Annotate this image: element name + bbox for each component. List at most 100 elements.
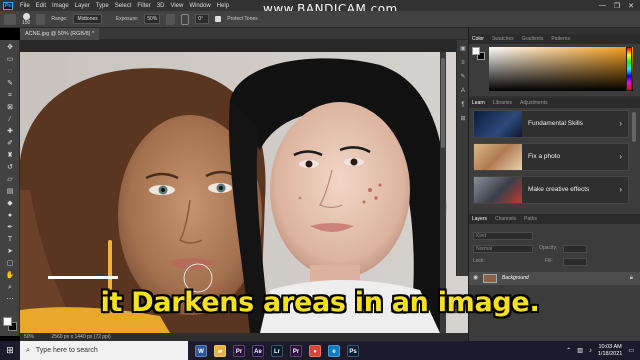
tab-libraries[interactable]: Libraries <box>493 100 512 106</box>
menu-image[interactable]: Image <box>49 3 72 9</box>
properties-panel-icon[interactable]: ≡ <box>459 60 467 67</box>
brush-tool-icon[interactable]: ✐ <box>5 140 15 148</box>
menu-layer[interactable]: Layer <box>72 3 93 9</box>
protect-tones-label: Protect Tones <box>227 16 258 22</box>
taskbar-app-photoshop-icon[interactable]: Ps <box>347 344 359 357</box>
tab-swatches[interactable]: Swatches <box>492 36 514 42</box>
lock-label: Lock: <box>473 258 485 264</box>
chevron-up-icon[interactable]: ⌃ <box>566 347 571 354</box>
range-select[interactable]: Midtones <box>73 14 102 24</box>
menu-3d[interactable]: 3D <box>154 3 168 9</box>
airbrush-icon[interactable] <box>166 13 176 25</box>
color-panel <box>469 44 640 96</box>
menu-help[interactable]: Help <box>214 3 232 9</box>
burn-tool-preset-icon[interactable] <box>4 13 16 25</box>
frame-tool-icon[interactable]: ⊠ <box>5 104 15 112</box>
taskbar-clock[interactable]: 10:03 AM 1/18/2021 <box>598 344 622 358</box>
angle-field[interactable]: 0° <box>195 14 210 24</box>
network-icon[interactable]: ▥ <box>577 347 583 354</box>
rectangle-tool-icon[interactable]: ▢ <box>5 260 15 268</box>
move-tool-icon[interactable]: ✥ <box>5 44 15 52</box>
eraser-tool-icon[interactable]: ▱ <box>5 176 15 184</box>
learn-card-label: Fix a photo <box>528 153 561 160</box>
taskbar-app-premiere-pro-icon[interactable]: Pr <box>233 344 245 357</box>
menu-type[interactable]: Type <box>93 3 112 9</box>
tab-paths[interactable]: Paths <box>524 216 537 222</box>
taskbar-app-edge-icon[interactable]: e <box>328 344 340 357</box>
hue-slider[interactable] <box>626 47 632 91</box>
type-tool-icon[interactable]: T <box>5 236 15 244</box>
brush-preset-picker[interactable]: 150 <box>22 12 30 26</box>
windows-start-icon[interactable]: ⊞ <box>0 341 20 360</box>
tab-learn[interactable]: Learn <box>472 100 485 106</box>
healing-brush-tool-icon[interactable]: ✚ <box>5 128 15 136</box>
visibility-eye-icon[interactable]: ◉ <box>473 274 478 281</box>
range-label: Range: <box>51 16 68 22</box>
restore-icon[interactable]: ❐ <box>614 2 620 10</box>
fill-field[interactable] <box>563 258 587 266</box>
blend-mode-select[interactable]: Normal <box>473 245 533 253</box>
taskbar-app-file-explorer-icon[interactable]: ▰ <box>214 344 226 357</box>
tab-color[interactable]: Color <box>472 36 484 42</box>
taskbar-app-after-effects-icon[interactable]: Ae <box>252 344 264 357</box>
opacity-field[interactable] <box>563 245 587 253</box>
photoshop-logo-icon: Ps <box>3 1 13 10</box>
learn-card-make-creative-effects[interactable]: Make creative effects › <box>473 176 629 204</box>
tab-gradients[interactable]: Gradients <box>522 36 544 42</box>
exposure-field[interactable]: 50% <box>144 14 161 24</box>
tab-layers[interactable]: Layers <box>472 216 487 222</box>
menu-filter[interactable]: Filter <box>134 3 153 9</box>
history-brush-tool-icon[interactable]: ↺ <box>5 164 15 172</box>
hand-tool-icon[interactable]: ✋ <box>5 272 15 280</box>
foreground-color-swatch[interactable] <box>3 317 12 326</box>
speaker-icon[interactable]: ♪ <box>589 348 592 354</box>
eyedropper-tool-icon[interactable]: ⁄ <box>5 116 15 124</box>
zoom-level[interactable]: 50% <box>24 334 34 340</box>
tab-channels[interactable]: Channels <box>495 216 516 222</box>
color-panel-tabs: Color Swatches Gradients Patterns <box>469 34 640 44</box>
color-foreground-chip[interactable] <box>472 47 480 55</box>
glyphs-panel-icon[interactable]: ⊞ <box>459 116 467 123</box>
path-selection-tool-icon[interactable]: ➤ <box>5 248 15 256</box>
taskbar-app-word-icon[interactable]: W <box>195 344 207 357</box>
color-field[interactable] <box>489 47 633 91</box>
document-tab[interactable]: ACNE.jpg @ 50% (RGB/8) * <box>20 28 100 40</box>
crop-tool-icon[interactable]: ⌗ <box>5 92 15 100</box>
clone-stamp-tool-icon[interactable]: ♜ <box>5 152 15 160</box>
paragraph-panel-icon[interactable]: ¶ <box>459 102 467 109</box>
windows-taskbar: ⊞ ⌕ Type here to search W ▰ Pr Ae Lr Pr ● e Ps ⌃… <box>0 341 640 360</box>
menu-select[interactable]: Select <box>112 3 135 9</box>
taskbar-search[interactable]: ⌕ Type here to search <box>20 341 188 360</box>
taskbar-app-lightroom-icon[interactable]: Lr <box>271 344 283 357</box>
learn-card-fix-a-photo[interactable]: Fix a photo › <box>473 143 629 171</box>
pen-tool-icon[interactable]: ✒ <box>5 224 15 232</box>
layer-kind-filter[interactable]: Kind <box>473 232 533 240</box>
lasso-tool-icon[interactable]: ◌ <box>5 68 15 76</box>
minimize-icon[interactable]: — <box>599 2 606 10</box>
protect-tones-checkbox[interactable] <box>215 16 222 22</box>
history-panel-icon[interactable]: ▣ <box>459 46 467 53</box>
layers-panel-tabs: Layers Channels Paths <box>469 214 640 224</box>
menu-view[interactable]: View <box>167 3 186 9</box>
gradient-tool-icon[interactable]: ▤ <box>5 188 15 196</box>
blur-tool-icon[interactable]: ◆ <box>5 200 15 208</box>
learn-card-fundamental-skills[interactable]: Fundamental Skills › <box>473 110 629 138</box>
menu-file[interactable]: File <box>17 3 33 9</box>
tab-adjustments[interactable]: Adjustments <box>520 100 548 106</box>
taskbar-app-chrome-icon[interactable]: ● <box>309 344 321 357</box>
quick-select-tool-icon[interactable]: ✎ <box>5 80 15 88</box>
video-subtitle: it Darkens areas in an image. <box>100 287 540 318</box>
menu-window[interactable]: Window <box>186 3 213 9</box>
brush-settings-icon[interactable] <box>36 13 46 25</box>
brushes-panel-icon[interactable]: ✎ <box>459 74 467 81</box>
notifications-icon[interactable]: ▭ <box>628 347 634 354</box>
tab-patterns[interactable]: Patterns <box>551 36 570 42</box>
menu-edit[interactable]: Edit <box>33 3 49 9</box>
burn-tool-icon[interactable]: ● <box>5 212 15 220</box>
character-panel-icon[interactable]: A <box>459 88 467 95</box>
taskbar-app-premiere-pro-2-icon[interactable]: Pr <box>290 344 302 357</box>
close-icon[interactable]: ✕ <box>628 2 634 10</box>
artboard-tool-icon[interactable]: ▭ <box>5 56 15 64</box>
learn-scrollbar[interactable] <box>632 112 636 142</box>
layer-row-background[interactable]: ◉ Background 🔒︎ <box>469 272 640 285</box>
